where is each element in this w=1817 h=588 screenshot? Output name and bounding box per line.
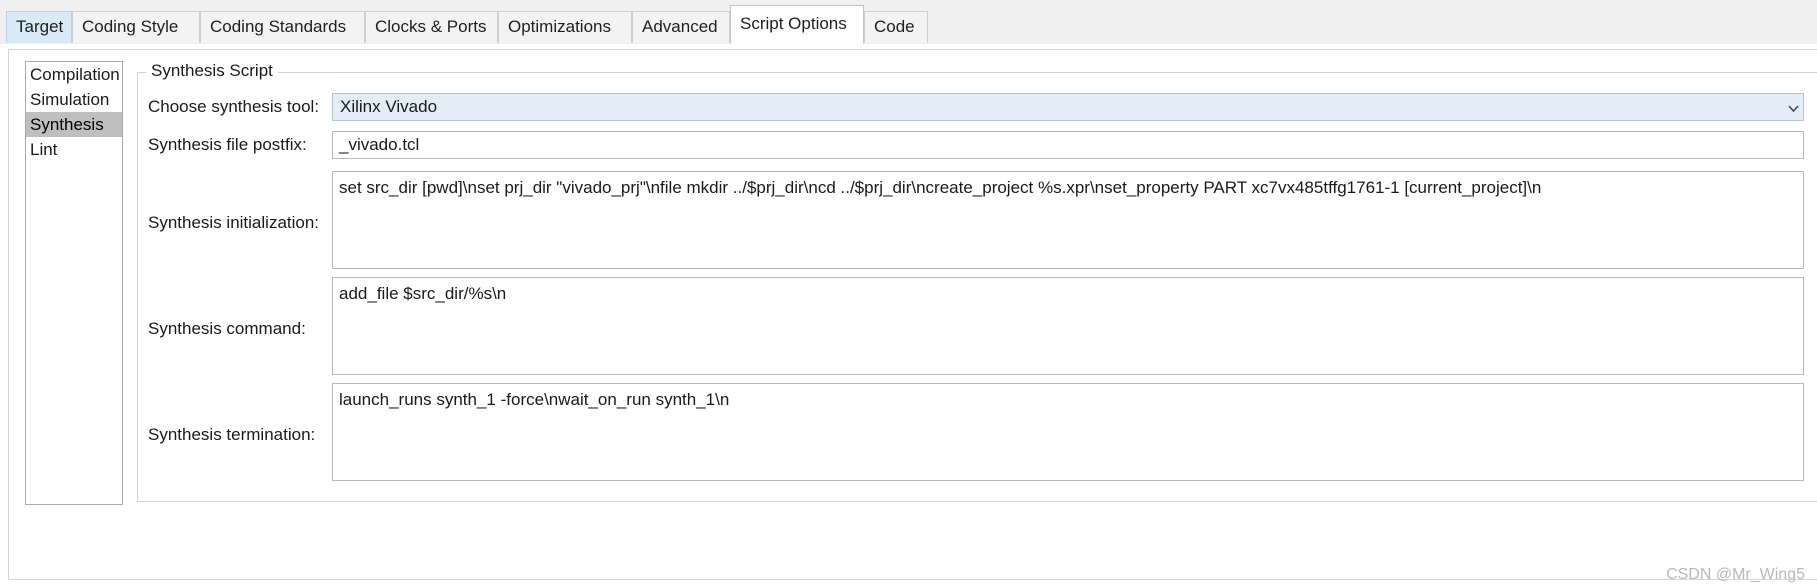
synthesis-script-group: Synthesis Script Choose synthesis tool: … xyxy=(137,61,1817,502)
sidebar-item-lint[interactable]: Lint xyxy=(26,137,122,162)
tab-optimizations[interactable]: Optimizations xyxy=(498,11,632,43)
synthesis-command-value: add_file $src_dir/%s\n xyxy=(339,284,507,303)
tab-advanced[interactable]: Advanced xyxy=(632,11,730,43)
tab-code[interactable]: Code xyxy=(864,11,928,43)
label-synthesis-command: Synthesis command: xyxy=(148,319,306,338)
tab-clocks-ports[interactable]: Clocks & Ports xyxy=(365,11,498,43)
watermark: CSDN @Mr_Wing5 xyxy=(1666,566,1805,583)
tab-strip: Target Coding Style Coding Standards Clo… xyxy=(0,0,1817,45)
synthesis-file-postfix-value: _vivado.tcl xyxy=(339,135,420,154)
sidebar-item-simulation[interactable]: Simulation xyxy=(26,87,122,112)
synthesis-initialization-textarea[interactable]: set src_dir [pwd]\nset prj_dir "vivado_p… xyxy=(332,171,1804,269)
synthesis-initialization-value: set src_dir [pwd]\nset prj_dir "vivado_p… xyxy=(339,178,1542,197)
group-title: Synthesis Script xyxy=(146,61,278,81)
label-synthesis-initialization: Synthesis initialization: xyxy=(148,213,320,232)
synthesis-command-textarea[interactable]: add_file $src_dir/%s\n xyxy=(332,277,1804,375)
tab-target[interactable]: Target xyxy=(6,11,72,43)
tab-page-script-options: Compilation Simulation Synthesis Lint Sy… xyxy=(0,44,1817,588)
sidebar-item-synthesis[interactable]: Synthesis xyxy=(26,112,122,137)
synthesis-tool-value: Xilinx Vivado xyxy=(340,97,438,116)
category-list[interactable]: Compilation Simulation Synthesis Lint xyxy=(25,61,123,505)
sidebar-item-compilation[interactable]: Compilation xyxy=(26,62,122,87)
synthesis-tool-combobox[interactable]: Xilinx Vivado xyxy=(332,93,1804,121)
label-synthesis-termination: Synthesis termination: xyxy=(148,425,316,444)
synthesis-termination-textarea[interactable]: launch_runs synth_1 -force\nwait_on_run … xyxy=(332,383,1804,481)
tab-coding-standards[interactable]: Coding Standards xyxy=(200,11,365,43)
tab-script-options[interactable]: Script Options xyxy=(730,5,864,44)
chevron-down-icon[interactable] xyxy=(1788,103,1799,114)
label-choose-synthesis-tool: Choose synthesis tool: xyxy=(148,97,320,116)
label-synthesis-file-postfix: Synthesis file postfix: xyxy=(148,135,307,154)
synthesis-termination-value: launch_runs synth_1 -force\nwait_on_run … xyxy=(339,390,730,409)
tab-coding-style[interactable]: Coding Style xyxy=(72,11,200,43)
synthesis-file-postfix-input[interactable]: _vivado.tcl xyxy=(332,131,1804,159)
page-frame: Compilation Simulation Synthesis Lint Sy… xyxy=(8,49,1817,580)
